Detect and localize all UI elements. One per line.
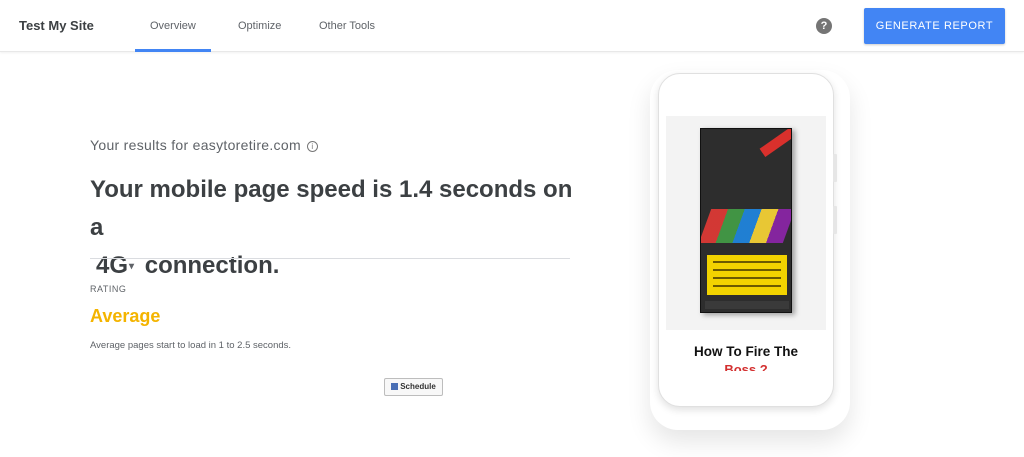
active-tab-indicator (135, 49, 211, 52)
book-bullet-panel (707, 255, 787, 295)
chevron-down-icon: ▾ (129, 261, 135, 272)
section-divider (90, 258, 570, 259)
book-footer-strip (705, 301, 789, 309)
question-circle-icon[interactable]: ? (816, 18, 832, 34)
app-title[interactable]: Test My Site (19, 18, 94, 33)
results-for-label: Your results for easytoretire.com (90, 137, 301, 153)
phone-screen-preview: How To Fire The Boss ? (666, 116, 826, 371)
book-corner-tag (759, 129, 791, 157)
rating-label: RATING (90, 284, 127, 294)
top-app-bar: Test My Site Overview Optimize Other Too… (0, 0, 1024, 52)
schedule-button[interactable]: Schedule (384, 378, 443, 396)
headline-prefix: Your mobile page speed is 1.4 seconds on… (90, 176, 573, 241)
tab-other-tools[interactable]: Other Tools (319, 20, 375, 32)
phone-side-button (833, 154, 837, 182)
book-cover-image (666, 116, 826, 330)
rating-value: Average (90, 306, 161, 326)
headline-suffix: connection. (144, 252, 280, 279)
page-speed-headline: Your mobile page speed is 1.4 seconds on… (90, 171, 580, 286)
book-arrow-graphic (701, 209, 791, 243)
info-icon[interactable]: i (306, 141, 318, 152)
preview-page-heading: How To Fire The (694, 344, 798, 359)
phone-side-button (833, 206, 837, 234)
connection-type-dropdown[interactable]: 4G▾ (90, 247, 138, 286)
calendar-icon (391, 383, 399, 390)
preview-page-heading-line2: Boss ? (724, 362, 768, 371)
connection-type-value: 4G (96, 252, 129, 279)
book-cover (700, 128, 792, 313)
tab-overview[interactable]: Overview (150, 20, 196, 32)
generate-report-button[interactable]: GENERATE REPORT (864, 8, 1005, 44)
results-for-text: Your results for easytoretire.com i (90, 137, 318, 153)
rating-description: Average pages start to load in 1 to 2.5 … (90, 340, 292, 351)
tab-optimize[interactable]: Optimize (238, 20, 281, 32)
schedule-button-label: Schedule (400, 382, 436, 391)
